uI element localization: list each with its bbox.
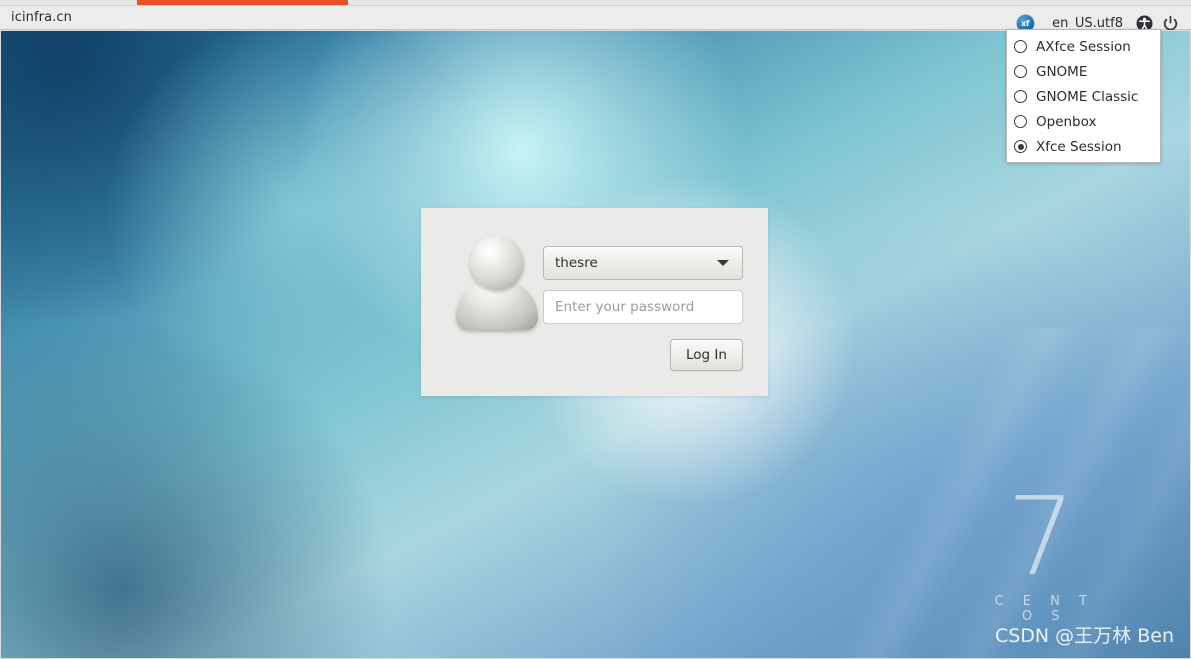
- password-input[interactable]: Enter your password: [543, 290, 743, 324]
- session-menu-label: Xfce Session: [1036, 138, 1122, 155]
- centos-logo: 7 C E N T O S: [986, 475, 1096, 625]
- wallpaper-light-streaks: [770, 328, 1190, 658]
- session-menu-label: AXfce Session: [1036, 38, 1131, 55]
- radio-selected-icon: [1014, 140, 1027, 153]
- password-placeholder: Enter your password: [555, 299, 695, 315]
- session-menu-item-gnome-classic[interactable]: GNOME Classic: [1007, 84, 1160, 109]
- username-value: thesre: [555, 255, 598, 271]
- chevron-down-icon: [717, 260, 729, 266]
- login-panel: thesre Enter your password Log In: [421, 208, 768, 396]
- session-menu-label: Openbox: [1036, 113, 1097, 130]
- session-menu-label: GNOME: [1036, 63, 1088, 80]
- session-menu-item-gnome[interactable]: GNOME: [1007, 59, 1160, 84]
- centos-wordmark: C E N T O S: [994, 594, 1095, 624]
- session-menu-item-openbox[interactable]: Openbox: [1007, 109, 1160, 134]
- screen-root: icinfra.cn xf en_US.utf8 7 C E N T O S C…: [0, 0, 1191, 659]
- user-avatar-icon: [456, 236, 538, 331]
- session-dropdown-menu: AXfce Session GNOME GNOME Classic Openbo…: [1006, 29, 1161, 163]
- radio-icon: [1014, 40, 1027, 53]
- radio-icon: [1014, 65, 1027, 78]
- login-panel-inner: thesre Enter your password Log In: [421, 208, 768, 396]
- login-button[interactable]: Log In: [670, 339, 743, 371]
- avatar-head: [470, 236, 524, 290]
- session-menu-label: GNOME Classic: [1036, 88, 1139, 105]
- session-menu-item-xfce[interactable]: Xfce Session: [1007, 134, 1160, 159]
- radio-icon: [1014, 115, 1027, 128]
- centos-version-number: 7: [1006, 475, 1076, 600]
- greeter-top-bar: icinfra.cn xf en_US.utf8: [0, 5, 1191, 36]
- csdn-watermark: CSDN @王万林 Ben: [994, 625, 1174, 647]
- page-title: icinfra.cn: [11, 10, 73, 25]
- username-dropdown[interactable]: thesre: [543, 246, 743, 280]
- radio-icon: [1014, 90, 1027, 103]
- session-menu-item-axfce[interactable]: AXfce Session: [1007, 34, 1160, 59]
